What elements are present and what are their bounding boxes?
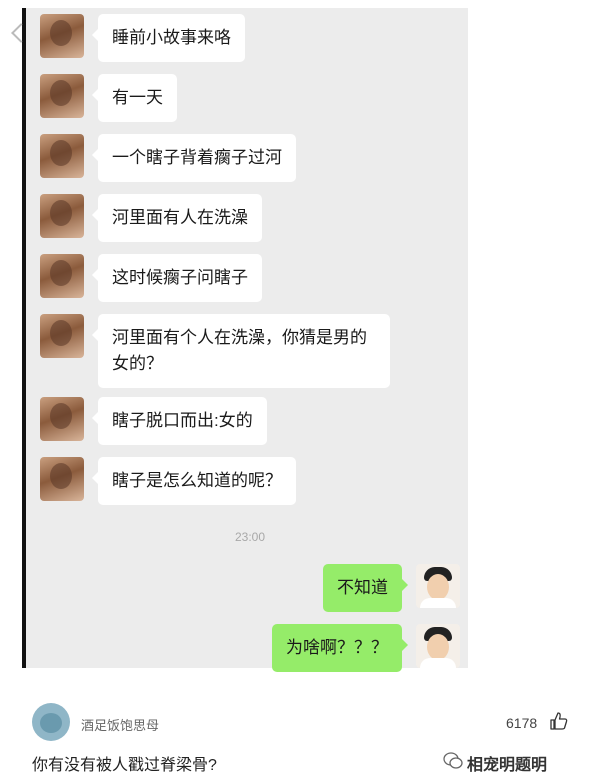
message-bubble: 瞎子是怎么知道的呢？ (92, 457, 296, 505)
message-row-left: 河里面有人在洗澡 (40, 194, 262, 242)
message-bubble: 瞎子脱口而出:女的 (92, 397, 267, 445)
message-row-left: 河里面有个人在洗澡，你猜是男的女的？ (40, 314, 390, 388)
message-row-right: 为啥啊？？？ (272, 624, 460, 672)
comment-text: 你有没有被人戳过脊梁骨? (32, 757, 217, 774)
sender-avatar[interactable] (40, 134, 84, 178)
self-avatar[interactable] (416, 564, 460, 608)
message-row-left: 一个瞎子背着瘸子过河 (40, 134, 296, 182)
chat-timestamp: 23:00 (234, 530, 266, 544)
message-bubble: 河里面有个人在洗澡，你猜是男的女的？ (92, 314, 390, 388)
message-row-left: 瞎子脱口而出:女的 (40, 397, 267, 445)
sender-avatar[interactable] (40, 397, 84, 441)
screen-edge (22, 8, 26, 668)
sender-avatar[interactable] (40, 14, 84, 58)
sender-avatar[interactable] (40, 254, 84, 298)
message-bubble: 一个瞎子背着瘸子过河 (92, 134, 296, 182)
watermark-text: 相宠明题明 (467, 757, 548, 774)
sender-avatar[interactable] (40, 457, 84, 501)
sender-avatar[interactable] (40, 194, 84, 238)
like-count: 6178 (506, 715, 538, 731)
message-bubble: 河里面有人在洗澡 (92, 194, 262, 242)
sent-message-bubble: 为啥啊？？？ (272, 624, 408, 672)
message-row-right: 不知道 (323, 564, 460, 612)
wechat-logo-icon (443, 752, 463, 769)
message-row-left: 瞎子是怎么知道的呢？ (40, 457, 296, 505)
sender-avatar[interactable] (40, 74, 84, 118)
message-bubble: 这时候瘸子问瞎子 (92, 254, 262, 302)
thumbs-up-icon[interactable] (549, 711, 569, 731)
message-row-left: 这时候瘸子问瞎子 (40, 254, 262, 302)
self-avatar[interactable] (416, 624, 460, 668)
commenter-avatar[interactable] (32, 703, 70, 741)
sender-avatar[interactable] (40, 314, 84, 358)
message-row-left: 睡前小故事来咯 (40, 14, 245, 62)
message-bubble: 睡前小故事来咯 (92, 14, 245, 62)
message-bubble: 有一天 (92, 74, 177, 122)
message-row-left: 有一天 (40, 74, 177, 122)
sent-message-bubble: 不知道 (323, 564, 408, 612)
commenter-username[interactable]: 酒足饭饱思母 (81, 715, 159, 734)
